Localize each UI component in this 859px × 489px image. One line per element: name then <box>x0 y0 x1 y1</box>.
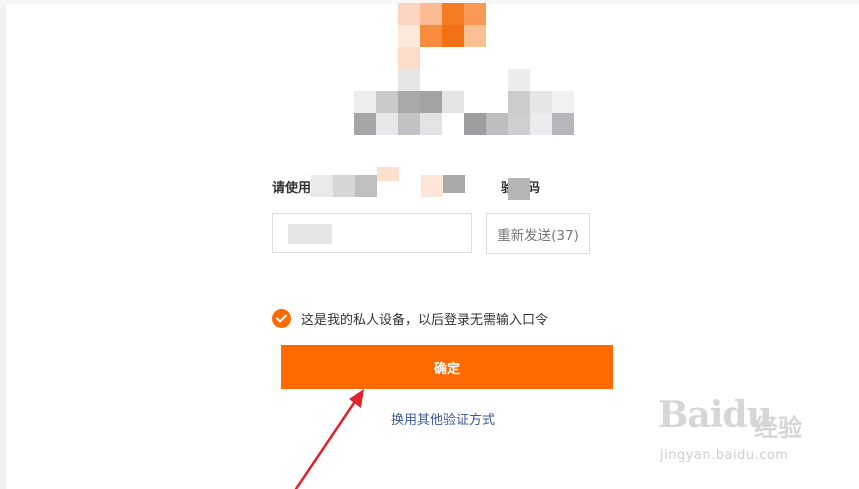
watermark-url: jingyan.baidu.com <box>660 448 789 463</box>
baidu-watermark: Baidu 经验 jingyan.baidu.com <box>658 394 858 474</box>
watermark-brand-cn: 经验 <box>754 414 802 442</box>
